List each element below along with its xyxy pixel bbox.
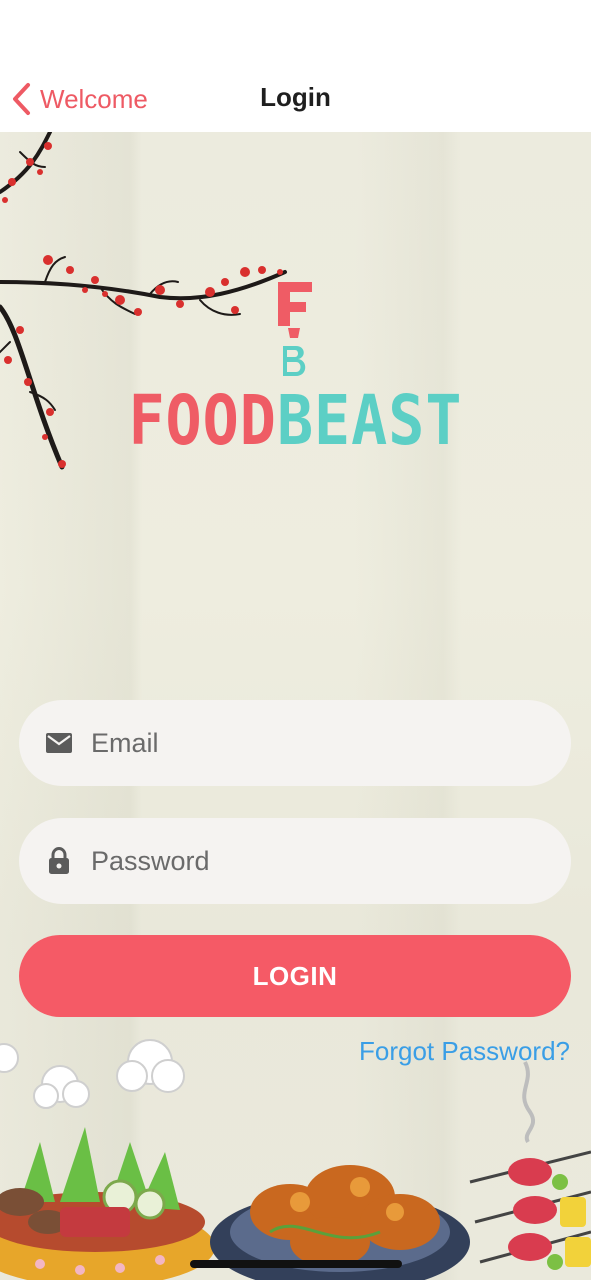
email-input[interactable] — [91, 700, 551, 786]
status-bar-area — [0, 0, 591, 60]
login-button[interactable]: LOGIN — [19, 935, 571, 1017]
food-illustration — [0, 1039, 591, 1280]
logo-word-beast: BEAST — [276, 380, 463, 462]
password-input[interactable] — [91, 818, 551, 904]
home-indicator[interactable] — [190, 1260, 402, 1268]
lock-icon — [49, 847, 69, 874]
app-logo-wordmark: FOODBEAST — [0, 381, 591, 462]
navigation-bar: Welcome Login — [0, 60, 591, 132]
logo-word-food: FOOD — [128, 380, 277, 462]
password-field[interactable] — [19, 818, 571, 904]
logo-mark-icon — [278, 282, 312, 376]
mail-icon — [46, 733, 72, 753]
login-background: FOODBEAST LOGIN Forgot Password? — [0, 132, 591, 1280]
page-title: Login — [260, 82, 331, 112]
email-field[interactable] — [19, 700, 571, 786]
